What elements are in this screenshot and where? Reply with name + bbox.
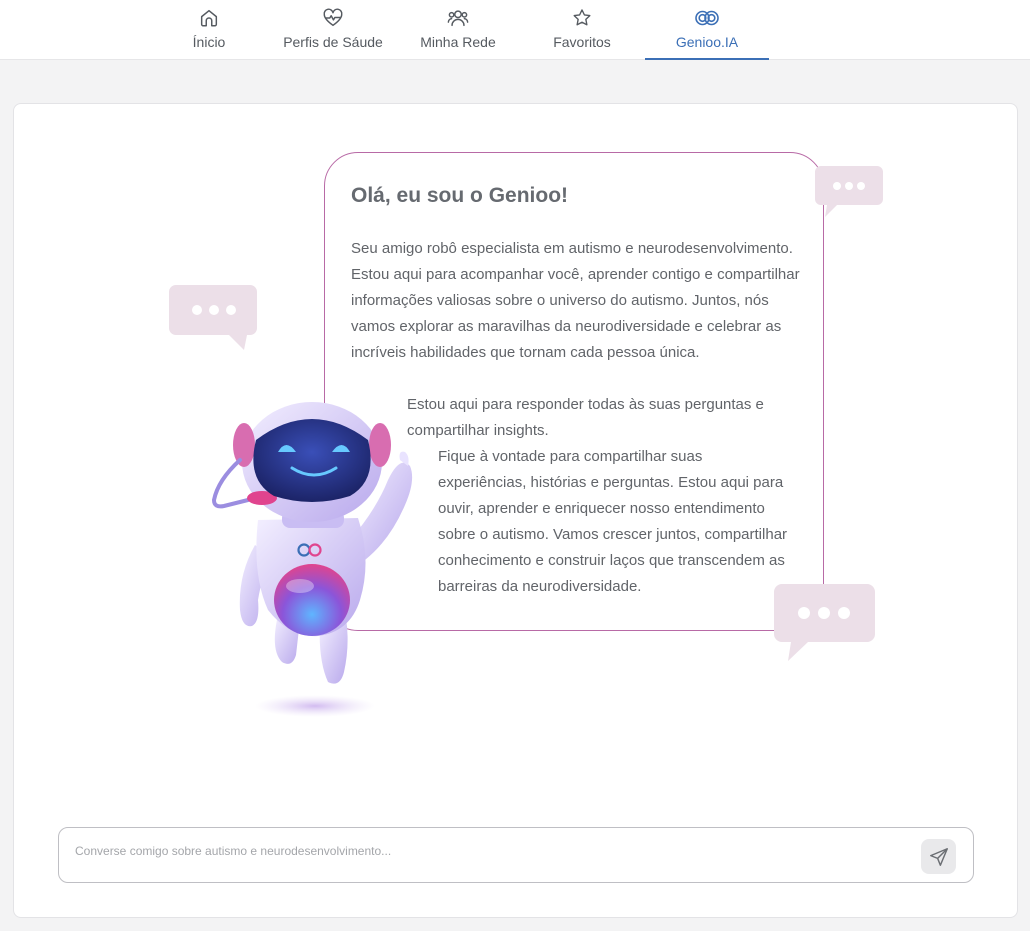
nav-label: Perfis de Sáude <box>283 34 383 50</box>
genioo-logo-icon <box>695 10 719 26</box>
top-navigation: Ínicio Perfis de Sáude Minha Rede Favori… <box>0 0 1030 60</box>
chat-message-input[interactable] <box>75 840 895 862</box>
intro-paragraph: Fique à vontade para compartilhar suas e… <box>438 448 788 595</box>
chat-input-bar <box>58 827 974 883</box>
chat-bubble-icon <box>815 166 883 217</box>
send-button[interactable] <box>921 839 956 874</box>
nav-item-inicio[interactable]: Ínicio <box>183 0 235 60</box>
intro-paragraph: Seu amigo robô especialista em autismo e… <box>351 240 800 361</box>
chat-bubble-icon <box>774 584 875 661</box>
intro-paragraph: Estou aqui para responder todas às suas … <box>407 396 764 439</box>
nav-item-genioo-ia[interactable]: Genioo.IA <box>645 0 769 60</box>
star-icon <box>573 9 591 26</box>
active-tab-indicator <box>645 58 769 60</box>
send-icon <box>929 847 948 866</box>
nav-label: Minha Rede <box>420 34 496 50</box>
genioo-robot-mascot <box>211 402 413 717</box>
nav-label: Ínicio <box>192 34 226 50</box>
users-icon <box>447 10 469 27</box>
greeting-title: Olá, eu sou o Genioo! <box>351 184 569 207</box>
nav-item-perfis-de-saude[interactable]: Perfis de Sáude <box>279 0 387 60</box>
nav-label: Favoritos <box>553 34 611 50</box>
home-icon <box>200 9 218 27</box>
chat-bubble-icon <box>169 285 257 350</box>
heart-pulse-icon <box>323 8 343 27</box>
nav-label-active: Genioo.IA <box>675 34 739 50</box>
nav-item-favoritos[interactable]: Favoritos <box>548 0 616 60</box>
nav-item-minha-rede[interactable]: Minha Rede <box>417 0 499 60</box>
